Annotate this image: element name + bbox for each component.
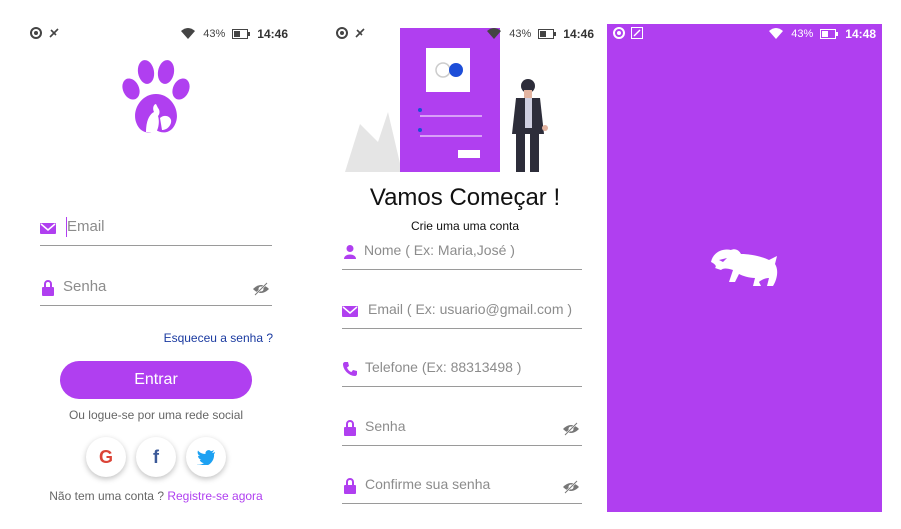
settings-icon <box>30 27 42 39</box>
battery-percent: 43% <box>203 28 226 40</box>
social-prompt: Ou logue-se por uma rede social <box>68 408 244 422</box>
envelope-icon <box>342 306 358 317</box>
status-time: 14:48 <box>845 27 876 41</box>
settings-icon <box>336 27 348 39</box>
page-subtitle: Crie uma uma conta <box>410 219 520 233</box>
lock-icon <box>344 478 356 494</box>
phone-field[interactable]: Telefone (Ex: 88313498 ) <box>342 357 582 387</box>
email-field[interactable]: Email <box>40 216 272 246</box>
password-placeholder: Senha <box>63 278 107 295</box>
status-bar: 43% 14:46 <box>24 24 294 44</box>
facebook-button[interactable]: f <box>136 437 176 477</box>
login-screen: 43% 14:46 Email Senha Esqueceu a senha ?… <box>24 24 294 512</box>
battery-icon <box>538 29 557 39</box>
battery-icon <box>232 29 251 39</box>
phone-icon <box>343 362 357 376</box>
settings-icon <box>613 27 625 39</box>
no-account-text: Não tem uma conta ? <box>49 489 164 503</box>
battery-percent: 43% <box>791 28 814 40</box>
paw-logo-icon <box>122 60 190 133</box>
twitter-icon <box>197 449 215 465</box>
battery-icon <box>820 29 839 39</box>
login-button[interactable]: Entrar <box>60 361 252 399</box>
notification-icon <box>355 28 365 38</box>
envelope-icon <box>40 223 56 234</box>
signup-illustration <box>345 28 548 172</box>
google-icon: G <box>98 446 113 467</box>
status-bar: 43% 14:48 <box>607 24 882 44</box>
confirm-password-field[interactable]: Confirme sua senha <box>342 474 582 504</box>
eye-off-icon[interactable] <box>562 480 580 494</box>
eye-off-icon[interactable] <box>562 422 580 436</box>
notification-icon <box>49 28 59 38</box>
name-placeholder: Nome ( Ex: Maria,José ) <box>364 242 515 258</box>
splash-screen: 43% 14:48 <box>607 24 882 512</box>
google-button[interactable]: G <box>86 437 126 477</box>
register-link[interactable]: Registre-se agora <box>167 489 262 503</box>
email-placeholder: Email ( Ex: usuario@gmail.com ) <box>368 301 573 317</box>
user-icon <box>344 245 356 259</box>
password-placeholder: Senha <box>365 418 406 434</box>
facebook-icon: f <box>153 446 159 467</box>
signup-screen: 43% 14:46 Vamos Começar ! Crie uma uma c… <box>330 24 600 512</box>
email-placeholder: Email <box>67 218 105 235</box>
battery-percent: 43% <box>509 28 532 40</box>
lock-icon <box>42 280 54 296</box>
confirm-password-placeholder: Confirme sua senha <box>365 476 491 492</box>
status-time: 14:46 <box>563 27 594 41</box>
notification-icon <box>631 27 643 39</box>
wifi-icon <box>181 28 196 39</box>
wifi-icon <box>487 28 502 39</box>
lock-icon <box>344 420 356 436</box>
phone-placeholder: Telefone (Ex: 88313498 ) <box>365 359 522 375</box>
name-field[interactable]: Nome ( Ex: Maria,José ) <box>342 240 582 270</box>
password-field[interactable]: Senha <box>40 276 272 306</box>
status-time: 14:46 <box>257 27 288 41</box>
register-prompt: Não tem uma conta ? Registre-se agora <box>24 489 288 503</box>
wifi-icon <box>769 28 784 39</box>
email-field[interactable]: Email ( Ex: usuario@gmail.com ) <box>342 299 582 329</box>
password-field[interactable]: Senha <box>342 416 582 446</box>
status-bar: 43% 14:46 <box>330 24 600 44</box>
twitter-button[interactable] <box>186 437 226 477</box>
eye-off-icon[interactable] <box>252 282 270 296</box>
page-title: Vamos Começar ! <box>369 184 561 211</box>
forgot-password-link[interactable]: Esqueceu a senha ? <box>164 331 273 345</box>
lion-logo-icon <box>711 249 778 286</box>
